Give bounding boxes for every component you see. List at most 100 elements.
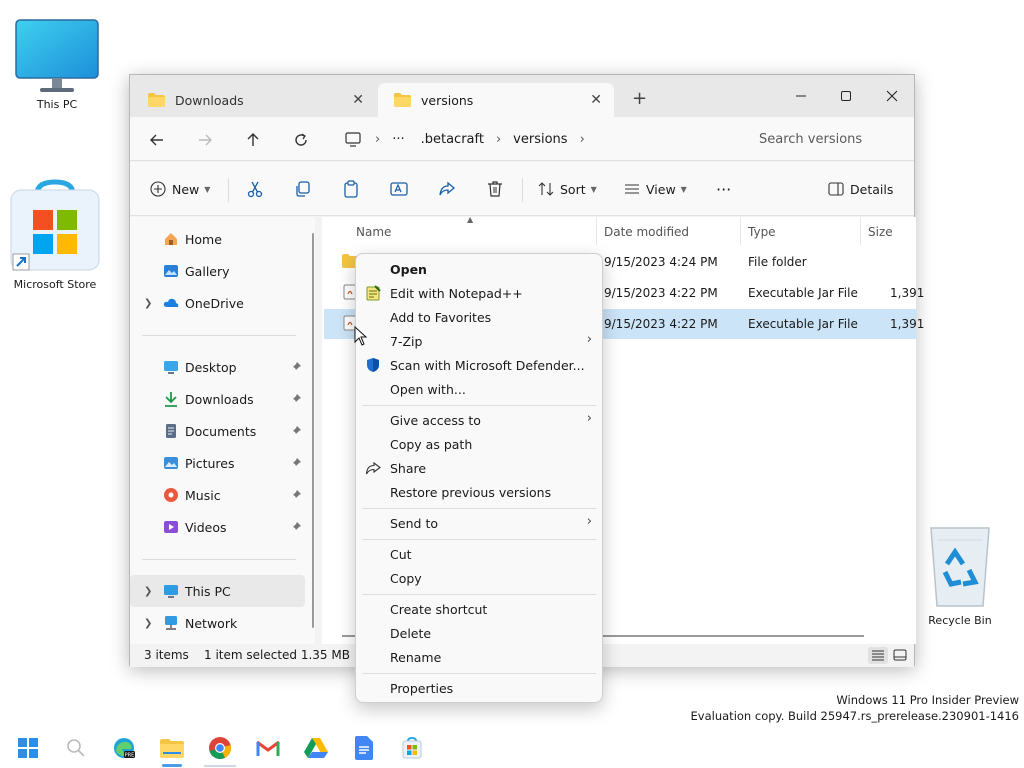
rename-icon — [390, 182, 408, 196]
navigation-bar: › ··· .betacraft › versions › Search ver… — [130, 117, 914, 161]
arrow-right-icon — [199, 134, 212, 146]
pin-icon[interactable] — [290, 393, 302, 405]
start-button[interactable] — [4, 728, 52, 768]
pin-icon[interactable] — [290, 489, 302, 501]
more-options-button[interactable]: ··· — [716, 178, 731, 200]
breadcrumb-overflow[interactable]: ··· — [392, 132, 404, 147]
expand-chevron-icon[interactable]: ❯ — [144, 618, 152, 629]
pin-icon[interactable] — [290, 425, 302, 437]
refresh-button[interactable] — [290, 129, 312, 151]
details-view-icon[interactable] — [868, 647, 888, 664]
menu-item-open[interactable]: Open — [360, 257, 598, 281]
sort-button[interactable]: Sort ▼ — [538, 178, 597, 200]
column-header-type[interactable]: Type — [748, 225, 776, 239]
sidebar-item-home[interactable]: Home — [130, 223, 305, 255]
column-divider[interactable] — [596, 217, 597, 245]
cut-button[interactable] — [246, 178, 264, 200]
tab-versions[interactable]: versions ✕ — [378, 83, 614, 117]
desktop-icon-this-pc[interactable]: This PC — [2, 18, 112, 111]
paste-button[interactable] — [342, 178, 360, 200]
column-header-size[interactable]: Size — [868, 225, 893, 239]
taskbar-microsoft-store[interactable] — [388, 728, 436, 768]
menu-item-cut[interactable]: Cut — [360, 542, 598, 566]
expand-chevron-icon[interactable]: ❯ — [144, 298, 152, 309]
breadcrumb-betacraft[interactable]: .betacraft — [421, 132, 484, 147]
menu-item-open-with[interactable]: Open with... — [360, 377, 598, 401]
copy-button[interactable] — [294, 178, 312, 200]
menu-item-send-to[interactable]: Send to › — [360, 511, 598, 535]
new-tab-button[interactable]: + — [632, 88, 647, 109]
share-button[interactable] — [438, 178, 456, 200]
sidebar-item-label: Downloads — [185, 391, 254, 407]
menu-item-properties[interactable]: Properties — [360, 676, 598, 700]
search-box[interactable]: Search versions — [747, 123, 915, 155]
sidebar-item-documents[interactable]: Documents — [130, 415, 305, 447]
column-header-name[interactable]: Name — [356, 225, 391, 239]
menu-item-copy[interactable]: Copy — [360, 566, 598, 590]
column-header-date[interactable]: Date modified — [604, 225, 689, 239]
submenu-chevron-icon: › — [586, 514, 592, 529]
close-window-button[interactable] — [869, 81, 915, 111]
close-tab-icon[interactable]: ✕ — [590, 92, 602, 108]
forward-button[interactable] — [194, 129, 216, 151]
back-button[interactable] — [146, 129, 168, 151]
menu-item-restore-versions[interactable]: Restore previous versions — [360, 480, 598, 504]
menu-item-create-shortcut[interactable]: Create shortcut — [360, 597, 598, 621]
view-button[interactable]: View ▼ — [624, 178, 687, 200]
menu-item-rename[interactable]: Rename — [360, 645, 598, 669]
sidebar-item-network[interactable]: ❯ Network — [130, 607, 305, 639]
taskbar-file-explorer[interactable] — [148, 728, 196, 768]
taskbar-google-docs[interactable] — [340, 728, 388, 768]
menu-item-add-favorites[interactable]: Add to Favorites — [360, 305, 598, 329]
menu-item-share[interactable]: Share — [360, 456, 598, 480]
tab-downloads[interactable]: Downloads ✕ — [132, 83, 376, 117]
menu-item-7zip[interactable]: 7-Zip › — [360, 329, 598, 353]
minimize-button[interactable] — [778, 81, 824, 111]
status-item-count: 3 items — [144, 648, 189, 662]
sidebar-item-pictures[interactable]: Pictures — [130, 447, 305, 479]
sidebar-item-this-pc[interactable]: ❯ This PC — [130, 575, 305, 607]
rename-button[interactable] — [390, 178, 408, 200]
menu-item-label: Add to Favorites — [390, 309, 492, 325]
column-divider[interactable] — [860, 217, 861, 245]
expand-chevron-icon[interactable]: ❯ — [144, 586, 152, 597]
desktop-icon-recycle-bin[interactable]: Recycle Bin — [905, 520, 1015, 627]
close-tab-icon[interactable]: ✕ — [352, 92, 364, 108]
sidebar-item-downloads[interactable]: Downloads — [130, 383, 305, 415]
taskbar-chrome[interactable] — [196, 728, 244, 768]
sidebar-item-desktop[interactable]: Desktop — [130, 351, 305, 383]
tiles-view-icon[interactable] — [890, 647, 910, 664]
menu-item-give-access[interactable]: Give access to › — [360, 408, 598, 432]
desktop-icon-microsoft-store[interactable]: Microsoft Store — [0, 178, 110, 291]
breadcrumb-versions[interactable]: versions — [513, 132, 567, 147]
details-pane-button[interactable]: Details — [828, 178, 893, 200]
search-input[interactable]: Search versions — [759, 132, 862, 147]
menu-item-delete[interactable]: Delete — [360, 621, 598, 645]
maximize-button[interactable] — [823, 81, 869, 111]
sidebar-item-onedrive[interactable]: ❯ OneDrive — [130, 287, 305, 319]
sidebar-scrollbar[interactable] — [312, 233, 314, 628]
taskbar-google-drive[interactable] — [292, 728, 340, 768]
pin-icon[interactable] — [290, 361, 302, 373]
menu-item-scan-defender[interactable]: Scan with Microsoft Defender... — [360, 353, 598, 377]
sidebar-item-gallery[interactable]: Gallery — [130, 255, 305, 287]
breadcrumb-chevron-icon[interactable]: › — [496, 132, 501, 147]
pin-icon[interactable] — [290, 521, 302, 533]
folder-icon — [394, 93, 411, 107]
sidebar-item-videos[interactable]: Videos — [130, 511, 305, 543]
taskbar-gmail[interactable] — [244, 728, 292, 768]
taskbar-edge-preview[interactable]: PRE — [100, 728, 148, 768]
menu-item-edit-notepadpp[interactable]: Edit with Notepad++ — [360, 281, 598, 305]
sidebar-item-music[interactable]: Music — [130, 479, 305, 511]
search-button[interactable] — [52, 728, 100, 768]
column-divider[interactable] — [740, 217, 741, 245]
video-icon — [164, 521, 178, 533]
address-bar[interactable]: › ··· .betacraft › versions › — [335, 123, 739, 155]
pin-icon[interactable] — [290, 457, 302, 469]
clipboard-icon — [344, 180, 358, 198]
menu-item-copy-as-path[interactable]: Copy as path — [360, 432, 598, 456]
new-button[interactable]: New ▼ — [150, 178, 210, 200]
breadcrumb-chevron-icon[interactable]: › — [580, 132, 585, 147]
delete-button[interactable] — [486, 178, 504, 200]
up-button[interactable] — [242, 129, 264, 151]
